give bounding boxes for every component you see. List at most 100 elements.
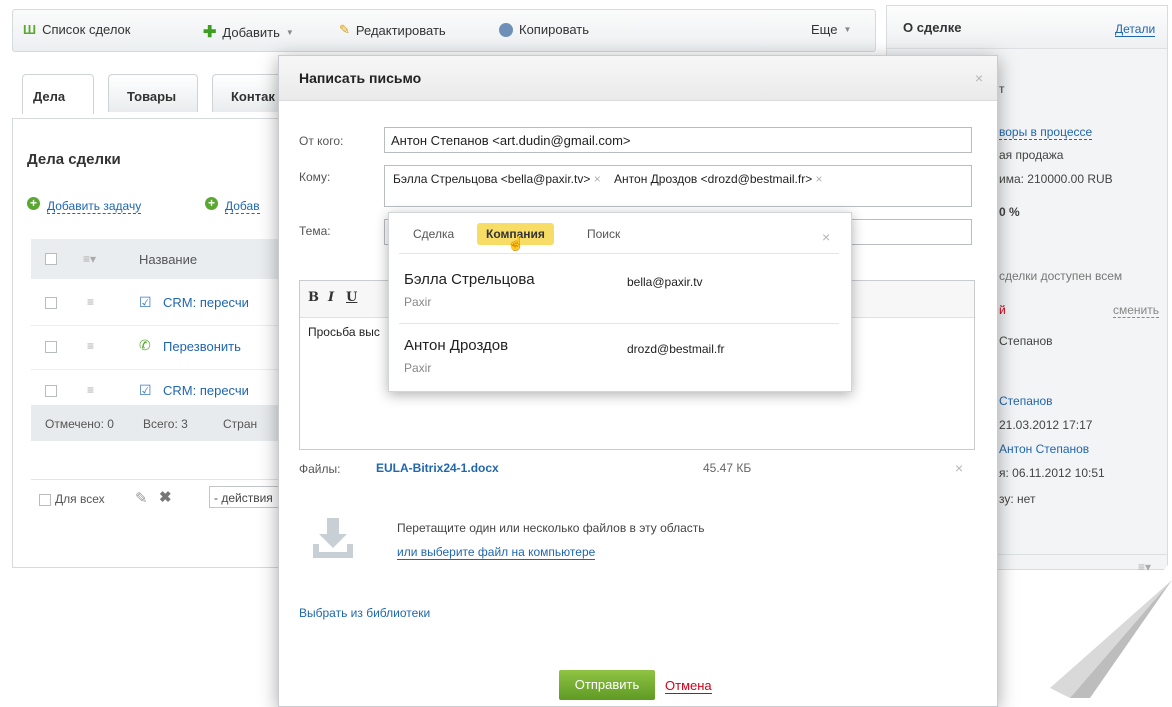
remove-file-icon[interactable]: ×: [955, 460, 963, 476]
copy-label: Копировать: [519, 22, 589, 37]
pages-label: Стран: [223, 417, 258, 431]
grid-footer: Отмечено: 0 Всего: 3 Стран: [31, 405, 303, 441]
deal-type: ая продажа: [999, 148, 1064, 162]
deal-tabs: Дела Товары Контак: [12, 62, 312, 118]
recipient-suggest-popup: Сделка Компания ☝ Поиск × Бэлла Стрельцо…: [388, 212, 852, 392]
about-deal-header: О сделке Детали: [887, 6, 1167, 49]
contact-email: drozd@bestmail.fr: [627, 342, 725, 356]
stage-link[interactable]: воры в процессе: [999, 125, 1093, 140]
tab-activities[interactable]: Дела: [22, 74, 94, 114]
from-value: Антон Степанов <art.dudin@gmail.com>: [391, 133, 631, 148]
check-icon: ☑: [139, 294, 152, 310]
to-field[interactable]: Бэлла Стрельцова <bella@paxir.tv> × Анто…: [384, 165, 972, 207]
contact-email: bella@paxir.tv: [627, 275, 703, 289]
attached-file-link[interactable]: EULA-Bitrix24-1.docx: [376, 461, 499, 475]
details-link[interactable]: Детали: [1115, 22, 1156, 37]
edit-button[interactable]: ✎ Редактировать: [339, 22, 446, 38]
more-button[interactable]: Еще ▼: [811, 22, 851, 37]
drop-zone-text: Перетащите один или несколько файлов в э…: [397, 521, 705, 535]
edit-label: Редактировать: [355, 22, 446, 38]
choose-file-link[interactable]: или выберите файл на компьютере: [397, 545, 596, 560]
close-icon[interactable]: ×: [975, 70, 983, 86]
deals-list-label: Список сделок: [42, 22, 131, 37]
recipient-tag: Бэлла Стрельцова <bella@paxir.tv>: [393, 172, 591, 186]
row-checkbox[interactable]: [45, 341, 57, 353]
row-checkbox[interactable]: [45, 297, 57, 309]
responsible-name: Степанов: [999, 334, 1053, 348]
subject-label: Тема:: [299, 224, 331, 238]
remove-recipient-icon[interactable]: ×: [594, 172, 601, 186]
base-note: зу: нет: [999, 492, 1036, 506]
pencil-icon[interactable]: ✎: [135, 489, 148, 507]
contact-company: Paxir: [404, 295, 432, 309]
contact-name: Антон Дроздов: [404, 337, 509, 354]
activities-title: Дела сделки: [27, 151, 121, 168]
underline-button[interactable]: U: [346, 290, 357, 305]
access-note: сделки доступен всем: [999, 269, 1123, 283]
add-icon: +: [205, 197, 218, 210]
row-checkbox[interactable]: [45, 385, 57, 397]
add-other-link[interactable]: Добав: [225, 199, 260, 214]
close-icon[interactable]: ×: [822, 229, 830, 245]
modified-date: я: 06.11.2012 10:51: [999, 466, 1105, 480]
deal-sum: има: 210000.00 RUB: [999, 172, 1113, 186]
copy-button[interactable]: Копировать: [499, 22, 589, 37]
suggestion-item[interactable]: Бэлла Стрельцова Paxir bella@paxir.tv: [389, 261, 851, 323]
deals-list-button[interactable]: Ш Список сделок: [23, 22, 130, 37]
from-label: От кого:: [299, 134, 344, 148]
modifier-link[interactable]: Антон Степанов: [999, 442, 1089, 456]
row-menu-icon[interactable]: ≡: [87, 295, 94, 309]
for-all-checkbox[interactable]: [39, 494, 51, 506]
italic-button[interactable]: I: [328, 290, 334, 305]
recipient-tag: Антон Дроздов <drozd@bestmail.fr>: [614, 172, 813, 186]
add-label: Добавить: [222, 24, 280, 40]
select-all-checkbox[interactable]: [45, 253, 57, 265]
phone-icon: ✆: [139, 337, 151, 353]
plus-icon: ✚: [203, 24, 217, 41]
copy-icon: [499, 22, 513, 37]
contact-name: Бэлла Стрельцова: [404, 271, 535, 288]
check-icon: ☑: [139, 382, 152, 398]
row-link[interactable]: CRM: пересчи: [163, 295, 249, 310]
creator-link[interactable]: Степанов: [999, 394, 1053, 408]
popup-tab-search[interactable]: Поиск: [587, 227, 620, 241]
tab-products[interactable]: Товары: [108, 74, 198, 112]
remove-recipient-icon[interactable]: ×: [816, 172, 823, 186]
row-menu-icon[interactable]: ≡: [87, 383, 94, 397]
hand-cursor-icon: ☝: [507, 235, 525, 251]
column-name-header[interactable]: Название: [139, 252, 197, 267]
from-field[interactable]: Антон Степанов <art.dudin@gmail.com>: [384, 127, 972, 153]
files-label: Файлы:: [299, 462, 341, 476]
add-icon: +: [27, 197, 40, 210]
delete-icon[interactable]: ✖: [159, 488, 172, 506]
upload-icon: [313, 518, 353, 558]
row-link[interactable]: Перезвонить: [163, 339, 241, 354]
menu-icon[interactable]: ≡▾: [83, 252, 96, 266]
send-button[interactable]: Отправить: [559, 670, 655, 700]
row-link[interactable]: CRM: пересчи: [163, 383, 249, 398]
add-button[interactable]: ✚ Добавить ▼: [203, 22, 294, 42]
activities-panel: Дела сделки + Добавить задачу + Добав ≡▾…: [12, 118, 304, 568]
grid-header: ≡▾ Название: [31, 239, 303, 279]
popup-tab-deal[interactable]: Сделка: [413, 227, 454, 241]
library-link[interactable]: Выбрать из библиотеки: [299, 606, 430, 620]
for-all-label: Для всех: [55, 492, 105, 506]
tab-label: Контак: [231, 89, 275, 104]
suggestion-item[interactable]: Антон Дроздов Paxir drozd@bestmail.fr: [389, 325, 851, 387]
row-menu-icon[interactable]: ≡: [87, 339, 94, 353]
deal-toolbar: Ш Список сделок ✚ Добавить ▼ ✎ Редактиро…: [12, 9, 876, 52]
table-row[interactable]: ≡ ✆ Перезвонить: [31, 325, 303, 370]
bold-button[interactable]: B: [308, 290, 319, 305]
about-deal-title: О сделке: [903, 20, 962, 35]
pencil-icon: ✎: [339, 22, 350, 37]
contact-company: Paxir: [404, 361, 432, 375]
page-curl-decoration: [1050, 560, 1172, 698]
add-task-link[interactable]: Добавить задачу: [47, 199, 142, 214]
dialog-header: Написать письмо ×: [279, 56, 997, 101]
change-link[interactable]: сменить: [1113, 303, 1160, 318]
cancel-link[interactable]: Отмена: [665, 678, 712, 694]
about-fragment: т: [999, 82, 1005, 96]
dialog-title: Написать письмо: [299, 70, 422, 86]
file-size: 45.47 КБ: [703, 461, 752, 475]
table-row[interactable]: ≡ ☑ CRM: пересчи: [31, 281, 303, 326]
